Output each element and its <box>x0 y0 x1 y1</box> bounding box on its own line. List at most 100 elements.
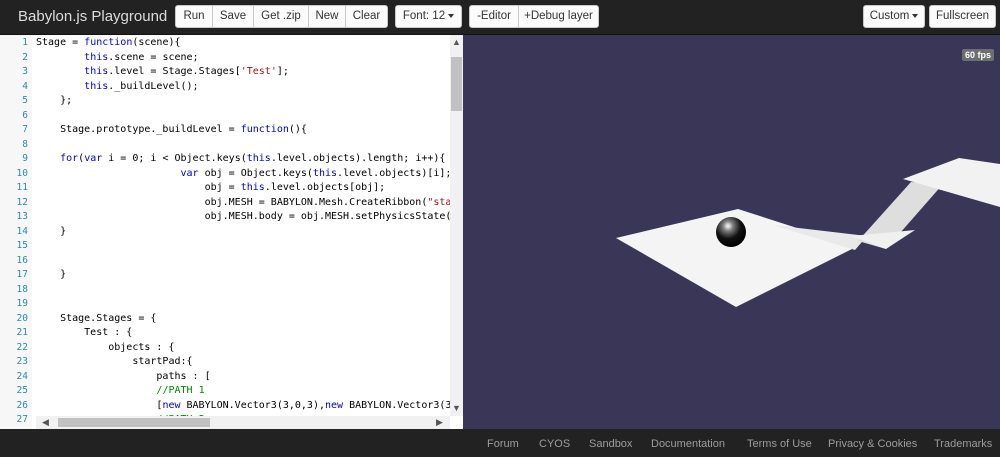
line-number: 27 <box>16 414 28 425</box>
code-line[interactable]: 20 Stage.Stages = { <box>0 312 450 327</box>
code-token: //PATH 1 <box>156 385 205 396</box>
scroll-right-icon[interactable]: ▶ <box>436 417 443 427</box>
code-token: BABYLON.Vector3(3,0,- <box>343 399 463 411</box>
run-button[interactable]: Run <box>175 5 213 28</box>
scroll-up-icon[interactable]: ▲ <box>452 37 461 47</box>
code-line[interactable]: 7 Stage.prototype._buildLevel = function… <box>0 123 450 138</box>
vertical-scroll-thumb[interactable] <box>451 57 462 111</box>
code-line[interactable]: 13 obj.MESH.body = obj.MESH.setPhysicsSt… <box>0 210 463 225</box>
line-number: 19 <box>16 298 28 309</box>
code-line[interactable]: 10 var obj = Object.keys(this.level.obje… <box>0 167 452 182</box>
code-text: }; <box>36 94 72 109</box>
line-number: 11 <box>16 182 28 193</box>
code-line[interactable]: 26 [new BABYLON.Vector3(3,0,3),new BABYL… <box>0 399 463 414</box>
footer-link-cyos[interactable]: CYOS <box>539 438 570 450</box>
footer-link-sandbox[interactable]: Sandbox <box>589 438 632 450</box>
code-token: Stage = <box>36 37 85 48</box>
sphere-ball <box>716 217 746 247</box>
line-number: 25 <box>16 385 28 396</box>
font-size-label: Font: 12 <box>402 10 446 22</box>
code-token: .scene = scene; <box>108 51 199 63</box>
new-button[interactable]: New <box>308 5 346 28</box>
footer-link-privacy[interactable]: Privacy & Cookies <box>828 438 917 450</box>
toggle-editor-button[interactable]: -Editor <box>469 5 519 28</box>
horizontal-scroll-thumb[interactable] <box>58 418 210 427</box>
code-token: new <box>162 399 181 411</box>
line-number: 6 <box>22 109 28 121</box>
code-line[interactable]: 18 <box>0 283 450 298</box>
footer-link-terms[interactable]: Terms of Use <box>747 438 812 450</box>
code-token: ._buildLevel(); <box>108 80 199 92</box>
code-text: paths : [ <box>36 370 210 385</box>
code-text: var obj = Object.keys(this.level.objects… <box>36 167 452 182</box>
code-line[interactable]: 9 for(var i = 0; i < Object.keys(this.le… <box>0 152 450 167</box>
line-number: 7 <box>22 124 28 135</box>
chevron-down-icon <box>912 13 919 18</box>
code-token: ]; <box>276 66 289 77</box>
code-line[interactable]: 21 Test : { <box>0 326 450 341</box>
code-line[interactable]: 22 objects : { <box>0 341 450 356</box>
code-text: obj.MESH.body = obj.MESH.setPhysicsState… <box>36 210 463 225</box>
footer-link-documentation[interactable]: Documentation <box>651 438 725 450</box>
code-token: [ <box>36 399 163 411</box>
code-token: }; <box>36 95 73 106</box>
code-line[interactable]: 3 this.level = Stage.Stages['Test']; <box>0 65 450 80</box>
scroll-down-icon[interactable]: ▼ <box>452 403 461 413</box>
code-text: Stage = function(scene){ <box>36 36 181 51</box>
code-token: var <box>84 153 103 164</box>
code-text: } <box>36 225 66 240</box>
code-line[interactable]: 12 obj.MESH = BABYLON.Mesh.CreateRibbon(… <box>0 196 463 211</box>
vertical-scrollbar[interactable]: ▲ ▼ <box>450 35 463 416</box>
code-token: obj = Object.keys( <box>198 167 313 179</box>
code-text: } <box>36 268 66 283</box>
save-button[interactable]: Save <box>212 5 254 28</box>
code-line[interactable]: 15 <box>0 239 450 254</box>
code-token: for <box>60 153 79 164</box>
code-line[interactable]: 17 } <box>0 268 450 283</box>
line-number: 4 <box>22 80 28 92</box>
render-canvas[interactable]: 60 fps <box>463 35 1000 429</box>
footer-link-trademarks[interactable]: Trademarks <box>934 438 992 450</box>
code-line[interactable]: 8 <box>0 138 450 153</box>
footer-link-forum[interactable]: Forum <box>487 438 519 450</box>
code-token: this <box>84 51 109 63</box>
footer-bar: Forum CYOS Sandbox Documentation Terms o… <box>0 429 1000 457</box>
debug-layer-button[interactable]: +Debug layer <box>518 5 599 28</box>
get-zip-button[interactable]: Get .zip <box>253 5 309 28</box>
custom-dropdown[interactable]: Custom <box>863 5 925 28</box>
code-line[interactable]: 24 paths : [ <box>0 370 450 385</box>
code-editor[interactable]: 1 Stage = function(scene){2 this.scene = … <box>0 35 463 429</box>
code-line[interactable]: 1 Stage = function(scene){ <box>0 36 450 51</box>
code-line[interactable]: 5 }; <box>0 94 450 109</box>
line-number: 20 <box>16 312 28 324</box>
line-number: 5 <box>22 95 28 106</box>
code-line[interactable]: 2 this.scene = scene; <box>0 51 450 66</box>
code-token: i = 0; i < Object.keys( <box>102 153 247 164</box>
code-token: obj.MESH = BABYLON.Mesh.CreateRibbon( <box>36 196 428 208</box>
top-navbar: Babylon.js Playground Run Save Get .zip … <box>0 0 1000 35</box>
code-line[interactable]: 14 } <box>0 225 450 240</box>
code-token: Stage.prototype._buildLevel = <box>36 124 241 135</box>
code-line[interactable]: 16 <box>0 254 450 269</box>
code-token: 'Test' <box>240 66 277 77</box>
font-size-dropdown[interactable]: Font: 12 <box>395 5 462 28</box>
app-title[interactable]: Babylon.js Playground <box>18 8 167 25</box>
code-line[interactable]: 6 <box>0 109 450 124</box>
code-line[interactable]: 11 obj = this.level.objects[obj]; <box>0 181 450 196</box>
scroll-left-icon[interactable]: ◀ <box>42 417 49 427</box>
code-line[interactable]: 23 startPad:{ <box>0 355 450 370</box>
line-number: 15 <box>16 240 28 251</box>
fullscreen-button[interactable]: Fullscreen <box>929 5 996 28</box>
line-number: 10 <box>16 167 28 179</box>
code-line[interactable]: 4 this._buildLevel(); <box>0 80 450 95</box>
code-line[interactable]: 19 <box>0 297 450 312</box>
line-number: 22 <box>16 341 28 353</box>
clear-button[interactable]: Clear <box>345 5 388 28</box>
horizontal-scrollbar[interactable]: ◀ ▶ <box>36 416 450 429</box>
code-line[interactable]: 25 //PATH 1 <box>0 384 450 399</box>
code-token: var <box>180 167 199 179</box>
